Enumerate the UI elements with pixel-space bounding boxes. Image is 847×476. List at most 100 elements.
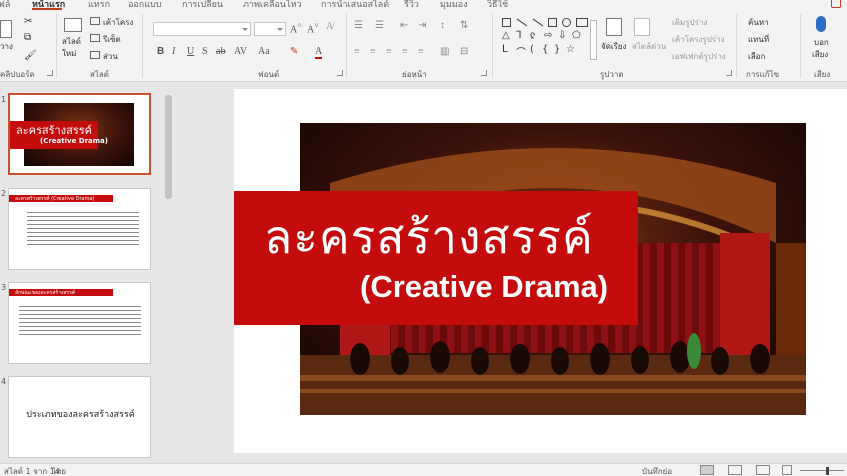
tab-help[interactable]: วิธีใช้ <box>487 0 508 10</box>
title-placeholder[interactable]: ละครสร้างสรรค์ (Creative Drama) <box>234 191 638 325</box>
zoom-slider[interactable] <box>800 470 844 471</box>
tab-file[interactable]: ไฟล์ <box>0 0 10 10</box>
slide-thumbnail-3[interactable]: ลักษณะของละครสร้างสรรค์ <box>8 282 151 364</box>
brace-left-shape-icon[interactable]: { <box>542 44 548 55</box>
tab-review[interactable]: รีวิว <box>404 0 419 10</box>
quick-styles-icon[interactable] <box>634 18 650 36</box>
increase-font-icon[interactable]: A˄ <box>290 21 302 35</box>
shape-outline-button[interactable]: เค้าโครงรูปร่าง <box>672 33 725 46</box>
textbox-shape-icon[interactable] <box>502 18 511 27</box>
flowchart-shape-icon[interactable]: ⬠ <box>572 30 581 41</box>
tab-design[interactable]: ออกแบบ <box>128 0 162 10</box>
paragraph-launcher[interactable] <box>481 70 487 76</box>
cut-icon[interactable]: ✂ <box>24 16 32 27</box>
find-button[interactable]: ค้นหา <box>748 16 769 29</box>
align-text-icon[interactable]: ⊟ <box>460 46 468 57</box>
numbering-icon[interactable]: ☰ <box>375 20 384 31</box>
align-right-icon[interactable]: ≡ <box>386 46 392 57</box>
format-painter-icon[interactable]: 🖌 <box>24 50 37 61</box>
copy-icon[interactable]: ⧉ <box>24 32 31 43</box>
language-indicator[interactable]: ไทย <box>52 465 66 476</box>
brace-right-shape-icon[interactable]: } <box>554 44 560 55</box>
slideshow-view-icon[interactable] <box>782 465 792 475</box>
font-size-dropdown[interactable] <box>254 22 286 36</box>
connector-icon[interactable]: ჺ <box>530 30 535 41</box>
font-color-icon[interactable]: A <box>315 46 323 59</box>
shadow-icon[interactable]: S <box>202 46 208 57</box>
curve-shape-icon[interactable]: ⌒ <box>516 44 526 59</box>
slide-sorter-icon[interactable] <box>728 465 742 475</box>
tab-transitions[interactable]: การเปลี่ยน <box>182 0 223 10</box>
tab-slideshow[interactable]: การนำเสนอสไลด์ <box>321 0 389 10</box>
slide-thumbnail-2[interactable]: ละครสร้างสรรค์ (Creative Drama) <box>8 188 151 270</box>
clipboard-launcher[interactable] <box>47 70 53 76</box>
quick-styles-button[interactable]: สไตล์ด่วน <box>632 40 666 53</box>
decrease-indent-icon[interactable]: ⇤ <box>400 20 408 31</box>
slide-thumbnail-1[interactable]: ละครสร้างสรรค์ (Creative Drama) <box>8 93 151 175</box>
clear-formatting-icon[interactable]: A̸ <box>326 21 333 32</box>
tab-insert[interactable]: แทรก <box>88 0 110 10</box>
new-slide-icon[interactable] <box>64 18 82 32</box>
arrange-button[interactable]: จัดเรียง <box>601 40 627 53</box>
reading-view-icon[interactable] <box>756 465 770 475</box>
slide-thumbnail-4[interactable]: ประเภทของละครสร้างสรรค์ <box>8 376 151 458</box>
highlight-icon[interactable]: ✎ <box>290 46 298 57</box>
decrease-font-icon[interactable]: A˅ <box>307 21 319 35</box>
arrange-icon[interactable] <box>606 18 622 36</box>
rectangle-shape-icon[interactable] <box>548 18 557 27</box>
shape-fill-button[interactable]: เติมรูปร่าง <box>672 16 707 29</box>
star-shape-icon[interactable]: ☆ <box>566 44 575 55</box>
tab-view[interactable]: มุมมอง <box>440 0 468 10</box>
reset-button[interactable]: รีเซ็ต <box>103 33 121 46</box>
select-button[interactable]: เลือก <box>748 50 765 63</box>
oval-shape-icon[interactable] <box>562 18 571 27</box>
align-left-icon[interactable]: ≡ <box>354 46 360 57</box>
freeform-shape-icon[interactable]: ᒪ <box>502 44 508 55</box>
shapes-gallery[interactable]: △ ⅂ ჺ ⇨ ⇩ ⬠ ᒪ ⌒ ( { } ☆ <box>500 16 590 66</box>
paste-button[interactable]: วาง <box>0 40 13 53</box>
rounded-rect-shape-icon[interactable] <box>576 18 588 27</box>
char-spacing-icon[interactable]: AV <box>234 46 247 57</box>
zoom-slider-knob[interactable] <box>826 467 829 475</box>
align-center-icon[interactable]: ≡ <box>370 46 376 57</box>
justify-icon[interactable]: ≡ <box>402 46 408 57</box>
shape-effects-button[interactable]: เอฟเฟกต์รูปร่าง <box>672 50 726 63</box>
drawing-launcher[interactable] <box>726 70 732 76</box>
right-arrow-shape-icon[interactable]: ⇨ <box>544 30 552 41</box>
columns-icon[interactable]: ▥ <box>440 46 449 57</box>
change-case-icon[interactable]: Aa <box>258 46 270 57</box>
font-name-dropdown[interactable] <box>153 22 251 36</box>
slide-title-english[interactable]: (Creative Drama) <box>360 269 608 305</box>
strikethrough-icon[interactable]: ab <box>216 46 225 57</box>
text-direction-icon[interactable]: ⇅ <box>460 20 468 31</box>
microphone-icon[interactable] <box>816 16 826 32</box>
new-slide-button[interactable]: สไลด์ใหม่ <box>62 36 86 60</box>
section-button[interactable]: ส่วน <box>103 50 118 63</box>
scrollbar-thumb[interactable] <box>165 95 172 199</box>
line-shape-icon[interactable] <box>516 18 528 27</box>
triangle-shape-icon[interactable]: △ <box>502 30 510 41</box>
underline-icon[interactable]: U <box>187 46 194 57</box>
arrow-shape-icon[interactable] <box>532 18 544 27</box>
slide-title-thai[interactable]: ละครสร้างสรรค์ <box>264 201 594 274</box>
paste-icon[interactable] <box>0 20 12 38</box>
thumbnails-scrollbar[interactable] <box>164 91 173 461</box>
bold-icon[interactable]: B <box>157 46 164 57</box>
shapes-gallery-scroll[interactable] <box>590 20 597 60</box>
font-launcher[interactable] <box>337 70 343 76</box>
normal-view-icon[interactable] <box>700 465 714 475</box>
elbow-connector-icon[interactable]: ⅂ <box>516 30 522 41</box>
tab-animations[interactable]: ภาพเคลื่อนไหว <box>243 0 302 10</box>
notes-button[interactable]: บันทึกย่อ <box>642 465 672 476</box>
bracket-shape-icon[interactable]: ( <box>530 44 534 55</box>
line-spacing-icon[interactable]: ↕ <box>440 20 445 31</box>
increase-indent-icon[interactable]: ⇥ <box>418 20 426 31</box>
current-slide[interactable]: ละครสร้างสรรค์ (Creative Drama) <box>234 89 847 453</box>
replace-button[interactable]: แทนที่ <box>748 33 769 46</box>
distributed-icon[interactable]: ≡ <box>418 46 424 57</box>
down-arrow-shape-icon[interactable]: ⇩ <box>558 30 566 41</box>
italic-icon[interactable]: I <box>172 46 175 57</box>
layout-button[interactable]: เค้าโครง <box>103 16 133 29</box>
comments-icon[interactable] <box>831 0 841 8</box>
bullets-icon[interactable]: ☰ <box>354 20 363 31</box>
